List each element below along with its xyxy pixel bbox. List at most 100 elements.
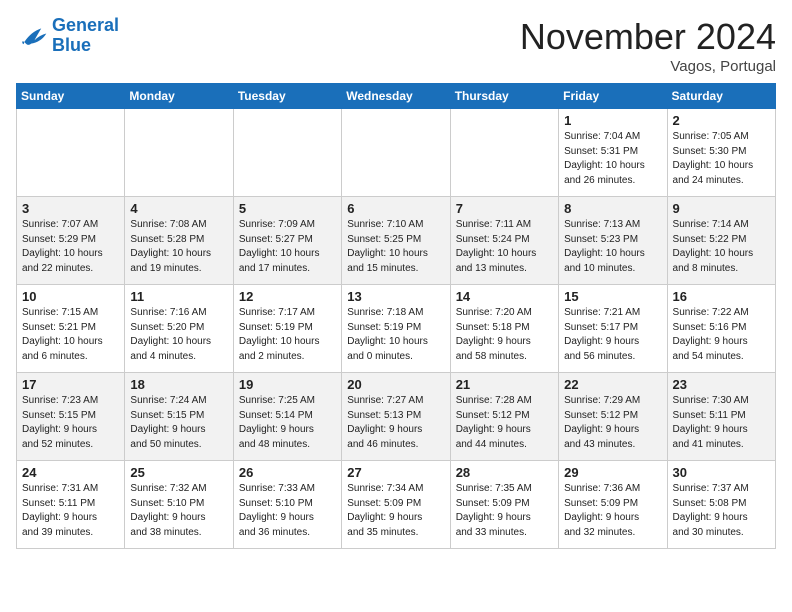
day-info: Sunrise: 7:22 AMSunset: 5:16 PMDaylight:… (673, 306, 770, 364)
day-info: Sunrise: 7:23 AMSunset: 5:15 PMDaylight:… (22, 394, 119, 452)
day-number: 19 (239, 377, 336, 392)
day-number: 21 (456, 377, 553, 392)
calendar-cell: 27 Sunrise: 7:34 AMSunset: 5:09 PMDayligh… (342, 461, 450, 549)
day-info: Sunrise: 7:33 AMSunset: 5:10 PMDaylight:… (239, 482, 336, 540)
calendar-cell: 28 Sunrise: 7:35 AMSunset: 5:09 PMDayligh… (450, 461, 558, 549)
day-info: Sunrise: 7:24 AMSunset: 5:15 PMDaylight:… (130, 394, 227, 452)
calendar-cell: 26 Sunrise: 7:33 AMSunset: 5:10 PMDayligh… (233, 461, 341, 549)
day-info: Sunrise: 7:35 AMSunset: 5:09 PMDaylight:… (456, 482, 553, 540)
day-number: 26 (239, 465, 336, 480)
weekday-header: Monday (125, 84, 233, 109)
calendar-week-row: 3Sunrise: 7:07 AMSunset: 5:29 PMDaylight… (17, 197, 776, 285)
calendar-cell (233, 109, 341, 197)
calendar-week-row: 24 Sunrise: 7:31 AMSunset: 5:11 PMDayligh… (17, 461, 776, 549)
day-info: Sunrise: 7:11 AMSunset: 5:24 PMDaylight:… (456, 218, 553, 276)
day-number: 1 (564, 113, 661, 128)
day-info: Sunrise: 7:05 AMSunset: 5:30 PMDaylight:… (673, 130, 770, 188)
day-info: Sunrise: 7:14 AMSunset: 5:22 PMDaylight:… (673, 218, 770, 276)
day-number: 10 (22, 289, 119, 304)
weekday-header: Friday (559, 84, 667, 109)
day-info: Sunrise: 7:28 AMSunset: 5:12 PMDaylight:… (456, 394, 553, 452)
logo-text: General Blue (52, 16, 119, 56)
calendar-cell: 30 Sunrise: 7:37 AMSunset: 5:08 PMDayligh… (667, 461, 775, 549)
day-number: 7 (456, 201, 553, 216)
weekday-header: Wednesday (342, 84, 450, 109)
day-info: Sunrise: 7:13 AMSunset: 5:23 PMDaylight:… (564, 218, 661, 276)
day-number: 12 (239, 289, 336, 304)
calendar-cell: 17 Sunrise: 7:23 AMSunset: 5:15 PMDayligh… (17, 373, 125, 461)
calendar-cell: 11Sunrise: 7:16 AMSunset: 5:20 PMDayligh… (125, 285, 233, 373)
title-block: November 2024 Vagos, Portugal (520, 16, 776, 75)
day-number: 16 (673, 289, 770, 304)
calendar-week-row: 17 Sunrise: 7:23 AMSunset: 5:15 PMDayligh… (17, 373, 776, 461)
day-info: Sunrise: 7:04 AMSunset: 5:31 PMDaylight:… (564, 130, 661, 188)
day-info: Sunrise: 7:29 AMSunset: 5:12 PMDaylight:… (564, 394, 661, 452)
day-info: Sunrise: 7:34 AMSunset: 5:09 PMDaylight:… (347, 482, 444, 540)
calendar-cell: 21 Sunrise: 7:28 AMSunset: 5:12 PMDayligh… (450, 373, 558, 461)
day-info: Sunrise: 7:31 AMSunset: 5:11 PMDaylight:… (22, 482, 119, 540)
calendar-week-row: 10 Sunrise: 7:15 AMSunset: 5:21 PMDayligh… (17, 285, 776, 373)
calendar-cell: 16 Sunrise: 7:22 AMSunset: 5:16 PMDayligh… (667, 285, 775, 373)
calendar-cell: 4Sunrise: 7:08 AMSunset: 5:28 PMDaylight… (125, 197, 233, 285)
calendar-cell (450, 109, 558, 197)
day-number: 6 (347, 201, 444, 216)
calendar-cell: 1 Sunrise: 7:04 AMSunset: 5:31 PMDaylight… (559, 109, 667, 197)
day-info: Sunrise: 7:27 AMSunset: 5:13 PMDaylight:… (347, 394, 444, 452)
day-info: Sunrise: 7:10 AMSunset: 5:25 PMDaylight:… (347, 218, 444, 276)
day-info: Sunrise: 7:18 AMSunset: 5:19 PMDaylight:… (347, 306, 444, 364)
weekday-header: Saturday (667, 84, 775, 109)
calendar-cell: 25 Sunrise: 7:32 AMSunset: 5:10 PMDayligh… (125, 461, 233, 549)
day-number: 13 (347, 289, 444, 304)
logo-icon (16, 22, 48, 50)
calendar-cell: 7 Sunrise: 7:11 AMSunset: 5:24 PMDaylight… (450, 197, 558, 285)
calendar-cell: 15Sunrise: 7:21 AMSunset: 5:17 PMDayligh… (559, 285, 667, 373)
calendar-cell: 19Sunrise: 7:25 AMSunset: 5:14 PMDayligh… (233, 373, 341, 461)
calendar-week-row: 1 Sunrise: 7:04 AMSunset: 5:31 PMDaylight… (17, 109, 776, 197)
day-number: 18 (130, 377, 227, 392)
calendar-cell (125, 109, 233, 197)
calendar-cell (17, 109, 125, 197)
day-info: Sunrise: 7:30 AMSunset: 5:11 PMDaylight:… (673, 394, 770, 452)
day-info: Sunrise: 7:17 AMSunset: 5:19 PMDaylight:… (239, 306, 336, 364)
day-number: 25 (130, 465, 227, 480)
day-number: 22 (564, 377, 661, 392)
calendar-cell: 9 Sunrise: 7:14 AMSunset: 5:22 PMDaylight… (667, 197, 775, 285)
calendar-header-row: SundayMondayTuesdayWednesdayThursdayFrid… (17, 84, 776, 109)
day-number: 14 (456, 289, 553, 304)
calendar-cell: 5Sunrise: 7:09 AMSunset: 5:27 PMDaylight… (233, 197, 341, 285)
day-info: Sunrise: 7:37 AMSunset: 5:08 PMDaylight:… (673, 482, 770, 540)
month-title: November 2024 (520, 16, 776, 58)
calendar-table: SundayMondayTuesdayWednesdayThursdayFrid… (16, 83, 776, 549)
weekday-header: Tuesday (233, 84, 341, 109)
calendar-cell: 2 Sunrise: 7:05 AMSunset: 5:30 PMDaylight… (667, 109, 775, 197)
day-number: 17 (22, 377, 119, 392)
calendar-cell: 6 Sunrise: 7:10 AMSunset: 5:25 PMDaylight… (342, 197, 450, 285)
day-number: 27 (347, 465, 444, 480)
weekday-header: Thursday (450, 84, 558, 109)
day-number: 28 (456, 465, 553, 480)
calendar-cell: 23 Sunrise: 7:30 AMSunset: 5:11 PMDayligh… (667, 373, 775, 461)
day-number: 24 (22, 465, 119, 480)
calendar-cell: 24 Sunrise: 7:31 AMSunset: 5:11 PMDayligh… (17, 461, 125, 549)
day-info: Sunrise: 7:36 AMSunset: 5:09 PMDaylight:… (564, 482, 661, 540)
calendar-cell: 14Sunrise: 7:20 AMSunset: 5:18 PMDayligh… (450, 285, 558, 373)
day-number: 23 (673, 377, 770, 392)
calendar-cell: 3Sunrise: 7:07 AMSunset: 5:29 PMDaylight… (17, 197, 125, 285)
calendar-cell: 10 Sunrise: 7:15 AMSunset: 5:21 PMDayligh… (17, 285, 125, 373)
day-number: 15 (564, 289, 661, 304)
day-number: 9 (673, 201, 770, 216)
day-number: 8 (564, 201, 661, 216)
calendar-cell: 22 Sunrise: 7:29 AMSunset: 5:12 PMDayligh… (559, 373, 667, 461)
day-info: Sunrise: 7:15 AMSunset: 5:21 PMDaylight:… (22, 306, 119, 364)
calendar-cell: 20 Sunrise: 7:27 AMSunset: 5:13 PMDayligh… (342, 373, 450, 461)
day-number: 30 (673, 465, 770, 480)
calendar-cell: 29Sunrise: 7:36 AMSunset: 5:09 PMDayligh… (559, 461, 667, 549)
day-info: Sunrise: 7:32 AMSunset: 5:10 PMDaylight:… (130, 482, 227, 540)
day-number: 3 (22, 201, 119, 216)
day-number: 20 (347, 377, 444, 392)
logo: General Blue (16, 16, 119, 56)
day-info: Sunrise: 7:09 AMSunset: 5:27 PMDaylight:… (239, 218, 336, 276)
calendar-cell (342, 109, 450, 197)
day-info: Sunrise: 7:08 AMSunset: 5:28 PMDaylight:… (130, 218, 227, 276)
day-number: 2 (673, 113, 770, 128)
